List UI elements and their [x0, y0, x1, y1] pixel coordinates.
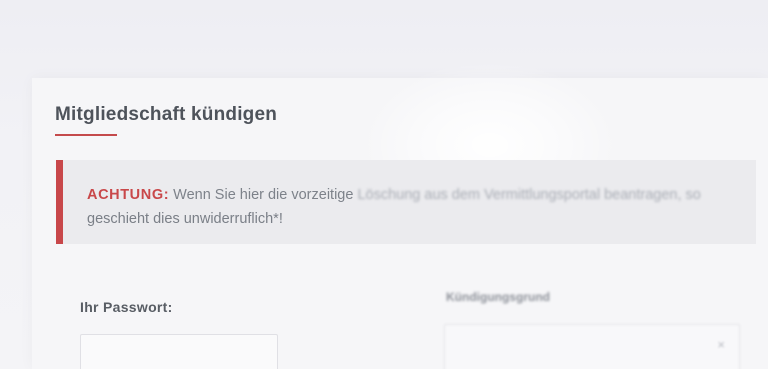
page-title: Mitgliedschaft kündigen: [55, 104, 278, 125]
reason-label: Kündigungsgrund: [446, 290, 550, 304]
title-underline: [55, 134, 117, 136]
password-input[interactable]: [80, 334, 278, 369]
warning-accent-bar: [56, 160, 63, 244]
warning-text: ACHTUNG: Wenn Sie hier die vorzeitige Lö…: [87, 183, 747, 231]
warning-text-line2: geschieht dies unwiderruflich*!: [87, 211, 283, 227]
warning-text-part2: Löschung aus dem Vermittlungsportal bean…: [357, 187, 701, 203]
reason-select[interactable]: ×: [444, 324, 740, 369]
password-label: Ihr Passwort:: [80, 299, 173, 315]
warning-notice: ACHTUNG: Wenn Sie hier die vorzeitige Lö…: [56, 160, 756, 244]
close-icon[interactable]: ×: [717, 337, 725, 352]
warning-text-part1: Wenn Sie hier die vorzeitige: [173, 187, 354, 203]
warning-label: ACHTUNG:: [87, 187, 170, 203]
